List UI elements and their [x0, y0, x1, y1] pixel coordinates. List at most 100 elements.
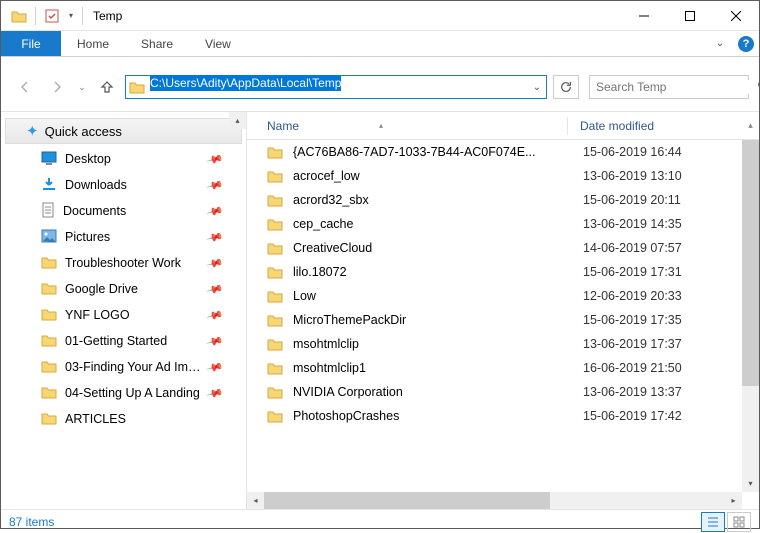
- file-row[interactable]: PhotoshopCrashes15-06-2019 17:42: [247, 404, 759, 428]
- hscroll-thumb[interactable]: [264, 492, 550, 509]
- column-name[interactable]: Name ▴: [247, 119, 567, 133]
- pictures-icon: [41, 229, 57, 246]
- address-bar[interactable]: C:\Users\Adity\AppData\Local\Temp ⌄: [125, 75, 547, 99]
- folder-icon: [41, 307, 57, 324]
- sidebar-item-label: Downloads: [65, 178, 127, 192]
- hscroll-left-icon[interactable]: ◂: [247, 492, 264, 509]
- file-row[interactable]: msohtmlclip13-06-2019 17:37: [247, 332, 759, 356]
- horizontal-scrollbar[interactable]: ◂ ▸: [247, 492, 742, 509]
- up-button[interactable]: [93, 73, 121, 101]
- pin-icon: 📌: [206, 176, 224, 194]
- scroll-up-icon[interactable]: ▴: [742, 120, 759, 131]
- sidebar-item[interactable]: YNF LOGO📌: [1, 302, 246, 328]
- file-name: MicroThemePackDir: [293, 313, 583, 327]
- forward-button[interactable]: [43, 73, 71, 101]
- file-date: 13-06-2019 13:37: [583, 385, 682, 399]
- sort-asc-icon: ▴: [379, 121, 383, 130]
- back-button[interactable]: [11, 73, 39, 101]
- sidebar-item[interactable]: 01-Getting Started📌: [1, 328, 246, 354]
- pin-icon: 📌: [206, 228, 224, 246]
- close-button[interactable]: [713, 1, 759, 31]
- sidebar-item-label: YNF LOGO: [65, 308, 130, 322]
- hscroll-right-icon[interactable]: ▸: [725, 492, 742, 509]
- window-title: Temp: [93, 9, 122, 23]
- folder-icon: [267, 361, 285, 375]
- search-input[interactable]: [590, 80, 757, 94]
- sidebar-item[interactable]: Pictures 📌: [1, 224, 246, 250]
- file-row[interactable]: Low12-06-2019 20:33: [247, 284, 759, 308]
- folder-icon: [41, 255, 57, 272]
- file-tab[interactable]: File: [1, 31, 61, 56]
- sidebar-item[interactable]: 04-Setting Up A Landing📌: [1, 380, 246, 406]
- folder-icon: [267, 169, 285, 183]
- file-row[interactable]: CreativeCloud14-06-2019 07:57: [247, 236, 759, 260]
- file-date: 13-06-2019 17:37: [583, 337, 682, 351]
- quick-access-label: Quick access: [45, 124, 122, 139]
- sidebar-item[interactable]: Desktop📌: [1, 146, 246, 172]
- file-date: 15-06-2019 20:11: [583, 193, 681, 207]
- vertical-scrollbar[interactable]: ▾: [742, 140, 759, 492]
- content-area: ▴ ✦ Quick access Desktop📌Downloads📌Docum…: [1, 111, 759, 509]
- recent-locations-icon[interactable]: ⌄: [75, 73, 89, 101]
- file-row[interactable]: lilo.1807215-06-2019 17:31: [247, 260, 759, 284]
- file-date: 12-06-2019 20:33: [583, 289, 682, 303]
- file-date: 13-06-2019 14:35: [583, 217, 682, 231]
- download-icon: [41, 177, 57, 194]
- file-date: 15-06-2019 17:42: [583, 409, 682, 423]
- sidebar-item[interactable]: Google Drive📌: [1, 276, 246, 302]
- sidebar-item-label: Pictures: [65, 230, 110, 244]
- sidebar-item-label: 03-Finding Your Ad Image: [65, 360, 205, 374]
- properties-qat-icon[interactable]: [40, 4, 64, 28]
- navigation-pane[interactable]: ▴ ✦ Quick access Desktop📌Downloads📌Docum…: [1, 112, 247, 509]
- file-row[interactable]: {AC76BA86-7AD7-1033-7B44-AC0F074E...15-0…: [247, 140, 759, 164]
- file-row[interactable]: msohtmlclip116-06-2019 21:50: [247, 356, 759, 380]
- file-row[interactable]: cep_cache13-06-2019 14:35: [247, 212, 759, 236]
- pin-icon: 📌: [206, 332, 224, 350]
- search-box[interactable]: [589, 75, 749, 99]
- folder-icon: [41, 411, 57, 428]
- file-row[interactable]: acrord32_sbx15-06-2019 20:11: [247, 188, 759, 212]
- sidebar-item[interactable]: ARTICLES: [1, 406, 246, 432]
- pin-icon: 📌: [206, 202, 224, 220]
- file-date: 15-06-2019 17:31: [583, 265, 682, 279]
- folder-icon: [267, 337, 285, 351]
- minimize-button[interactable]: [621, 1, 667, 31]
- file-list[interactable]: {AC76BA86-7AD7-1033-7B44-AC0F074E...15-0…: [247, 140, 759, 509]
- column-date[interactable]: Date modified: [568, 119, 742, 133]
- qat-dropdown-icon[interactable]: ▾: [64, 4, 78, 28]
- file-name: Low: [293, 289, 583, 303]
- file-name: acrord32_sbx: [293, 193, 583, 207]
- item-count: 87 items: [9, 515, 54, 529]
- sidebar-item[interactable]: Troubleshooter Work📌: [1, 250, 246, 276]
- help-button[interactable]: ?: [733, 31, 759, 56]
- maximize-button[interactable]: [667, 1, 713, 31]
- vscroll-down-icon[interactable]: ▾: [742, 475, 759, 492]
- folder-icon[interactable]: [7, 4, 31, 28]
- file-row[interactable]: MicroThemePackDir15-06-2019 17:35: [247, 308, 759, 332]
- folder-icon: [41, 359, 57, 376]
- folder-icon: [41, 385, 57, 402]
- sidebar-item[interactable]: Downloads 📌: [1, 172, 246, 198]
- quick-access-header[interactable]: ✦ Quick access: [5, 118, 242, 144]
- tab-share[interactable]: Share: [125, 31, 189, 56]
- sidebar-item-label: Troubleshooter Work: [65, 256, 181, 270]
- vscroll-thumb[interactable]: [742, 140, 759, 386]
- file-row[interactable]: NVIDIA Corporation13-06-2019 13:37: [247, 380, 759, 404]
- quick-access-toolbar: ▾: [1, 4, 87, 28]
- file-row[interactable]: acrocef_low13-06-2019 13:10: [247, 164, 759, 188]
- star-icon: ✦: [26, 122, 39, 140]
- tab-view[interactable]: View: [189, 31, 247, 56]
- sidebar-item[interactable]: 03-Finding Your Ad Image📌: [1, 354, 246, 380]
- refresh-button[interactable]: [553, 75, 579, 99]
- file-date: 14-06-2019 07:57: [583, 241, 682, 255]
- document-icon: [41, 202, 55, 221]
- pin-icon: 📌: [206, 150, 224, 168]
- tab-home[interactable]: Home: [61, 31, 125, 56]
- folder-icon: [267, 241, 285, 255]
- address-dropdown-icon[interactable]: ⌄: [528, 82, 546, 93]
- ribbon-expand-icon[interactable]: ⌄: [707, 31, 733, 56]
- sidebar-item[interactable]: Documents📌: [1, 198, 246, 224]
- address-input[interactable]: C:\Users\Adity\AppData\Local\Temp: [148, 76, 528, 98]
- file-name: PhotoshopCrashes: [293, 409, 583, 423]
- navpane-scroll-up-icon[interactable]: ▴: [229, 112, 246, 129]
